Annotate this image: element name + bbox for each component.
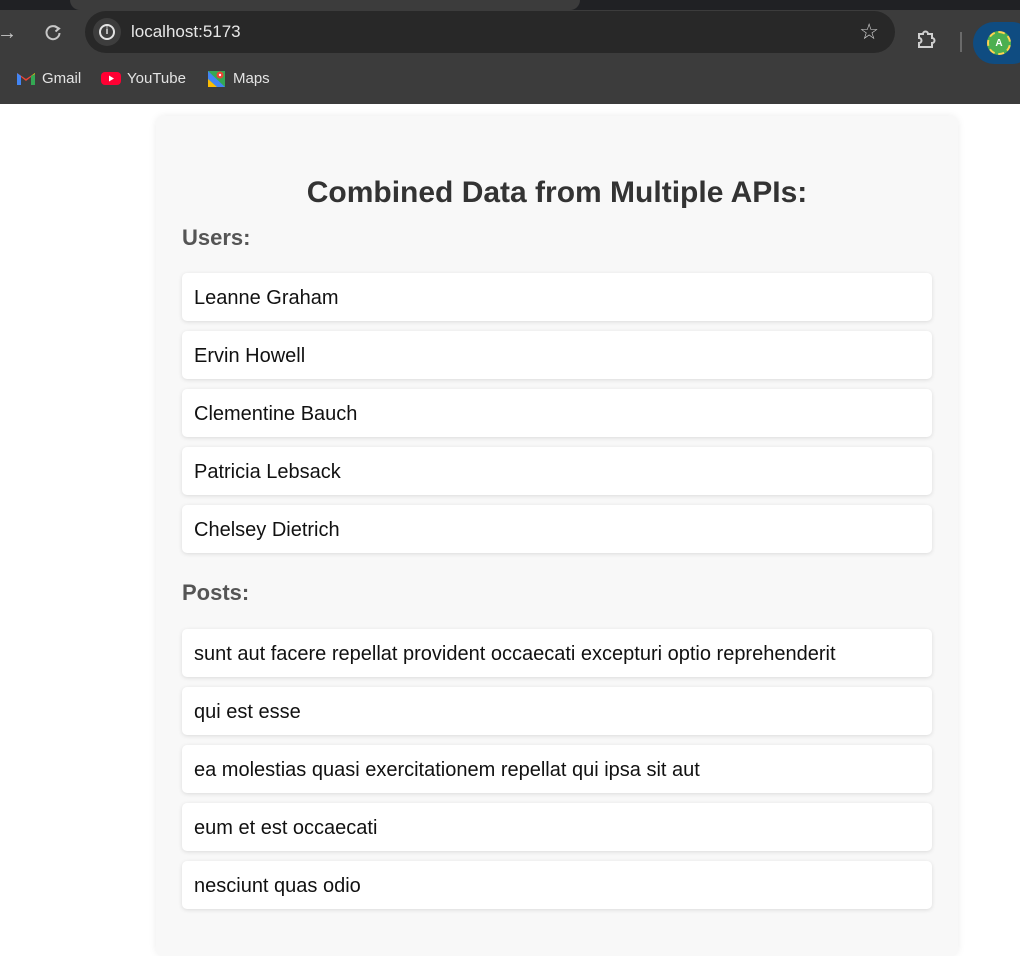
- list-item-post: ea molestias quasi exercitationem repell…: [182, 745, 932, 793]
- bookmark-label: Gmail: [42, 69, 82, 87]
- toolbar-divider: [960, 32, 962, 52]
- site-info-icon[interactable]: i: [93, 18, 121, 46]
- list-item-post: qui est esse: [182, 687, 932, 735]
- avatar: A: [987, 31, 1011, 55]
- reload-icon[interactable]: [38, 18, 68, 48]
- bookmark-label: Maps: [233, 69, 270, 87]
- tab-strip: [0, 0, 1020, 10]
- users-heading: Users:: [182, 225, 251, 250]
- list-item-post: sunt aut facere repellat provident occae…: [182, 629, 932, 677]
- youtube-icon: [101, 70, 121, 86]
- list-item-post: nesciunt quas odio: [182, 861, 932, 909]
- page-title: Combined Data from Multiple APIs:: [306, 176, 808, 209]
- active-tab[interactable]: [70, 0, 580, 10]
- list-item-user: Leanne Graham: [182, 273, 932, 321]
- bookmark-gmail[interactable]: Gmail: [16, 67, 81, 89]
- list-item-user: Patricia Lebsack: [182, 447, 932, 495]
- browser-toolbar: → i localhost:5173 ☆ A: [0, 10, 1020, 64]
- users-list: Leanne Graham Ervin Howell Clementine Ba…: [182, 273, 932, 563]
- list-item-user: Chelsey Dietrich: [182, 505, 932, 553]
- extensions-puzzle-icon[interactable]: [914, 27, 942, 55]
- posts-list: sunt aut facere repellat provident occae…: [182, 629, 932, 919]
- list-item-user: Ervin Howell: [182, 331, 932, 379]
- page-viewport: Combined Data from Multiple APIs: Users:…: [0, 104, 1020, 956]
- profile-button[interactable]: A: [973, 22, 1020, 64]
- bookmark-label: YouTube: [127, 69, 186, 87]
- url-text[interactable]: localhost:5173: [131, 22, 241, 42]
- list-item-user: Clementine Bauch: [182, 389, 932, 437]
- bookmark-youtube[interactable]: YouTube: [101, 67, 186, 89]
- bookmarks-bar: Gmail YouTube Maps: [0, 62, 1020, 94]
- gmail-icon: [16, 70, 36, 86]
- bookmark-maps[interactable]: Maps: [207, 67, 270, 89]
- list-item-post: eum et est occaecati: [182, 803, 932, 851]
- forward-arrow-icon[interactable]: →: [0, 18, 22, 48]
- browser-chrome: → i localhost:5173 ☆ A Gmail YouTube Map…: [0, 0, 1020, 104]
- posts-heading: Posts:: [182, 580, 250, 605]
- address-bar[interactable]: i localhost:5173 ☆: [85, 11, 895, 53]
- bookmark-star-icon[interactable]: ☆: [859, 19, 879, 45]
- content-card: Combined Data from Multiple APIs: Users:…: [156, 116, 958, 956]
- maps-icon: [207, 70, 227, 87]
